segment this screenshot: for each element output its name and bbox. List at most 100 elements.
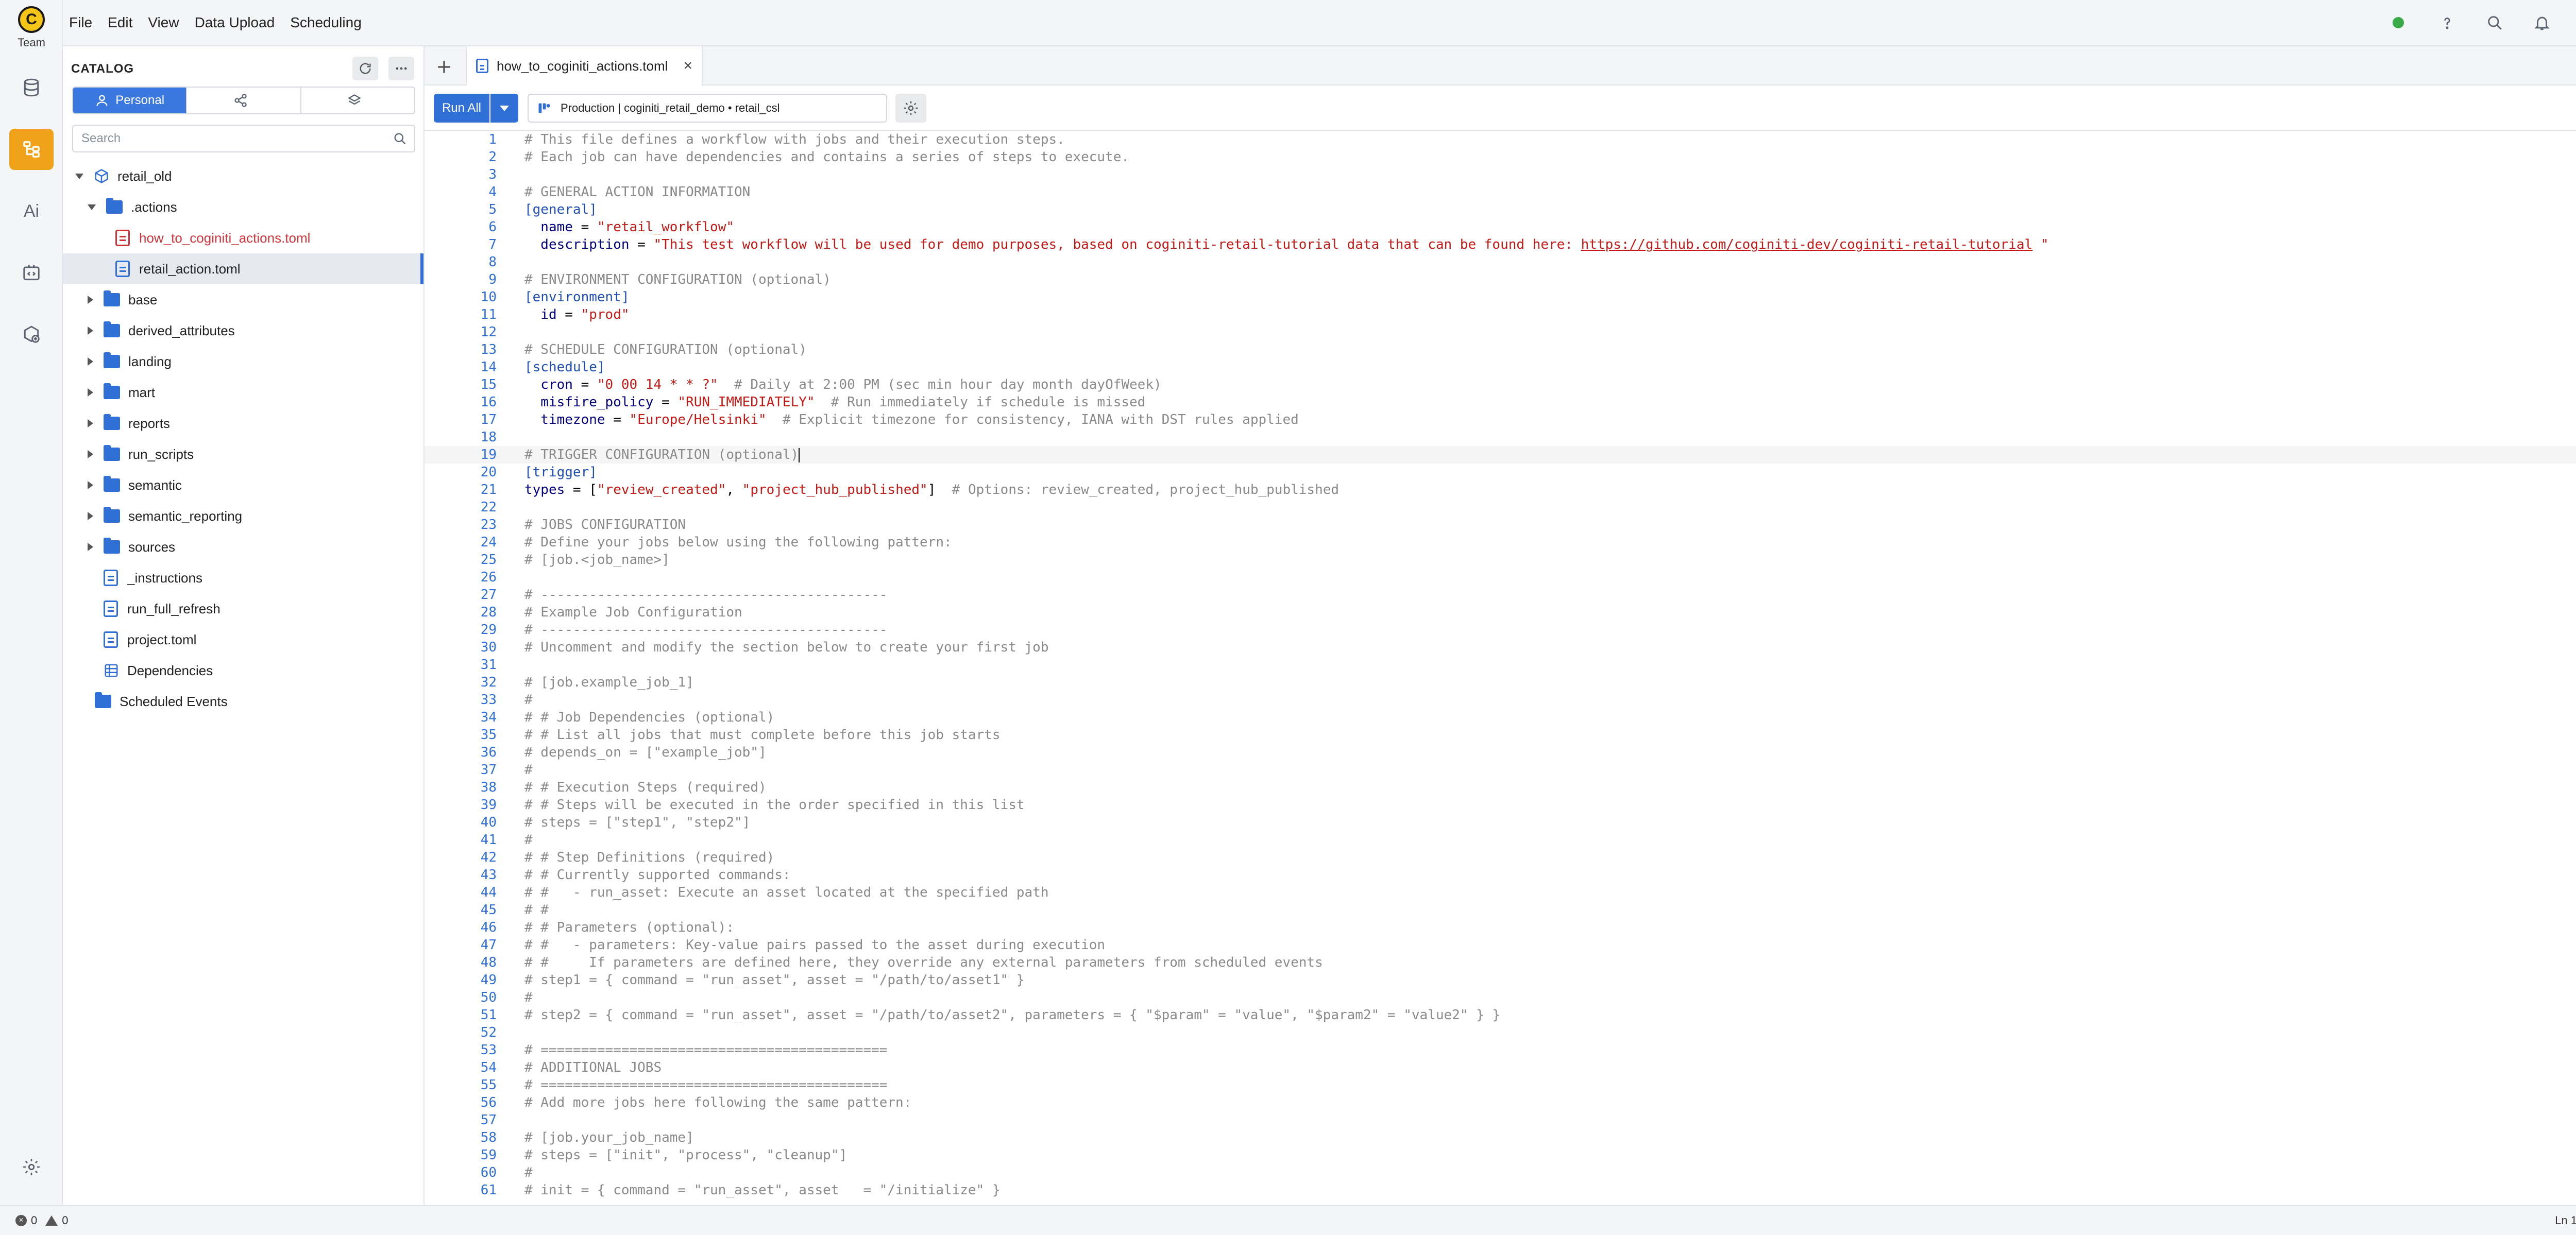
close-icon[interactable]: ×	[683, 57, 692, 75]
code-line[interactable]: 33 #	[425, 691, 2576, 709]
code-line[interactable]: 4 # GENERAL ACTION INFORMATION	[425, 183, 2576, 201]
code-line[interactable]: 2 # Each job can have dependencies and co…	[425, 148, 2576, 166]
tree-folder-reports[interactable]: reports	[63, 408, 423, 439]
catalog-refresh-button[interactable]	[352, 57, 378, 80]
tree-file-project-toml[interactable]: project.toml	[63, 624, 423, 655]
code-line[interactable]: 26	[425, 569, 2576, 586]
code-line[interactable]: 19 # TRIGGER CONFIGURATION (optional)	[425, 446, 2576, 464]
code-line[interactable]: 40 # steps = ["step1", "step2"]	[425, 814, 2576, 831]
code-line[interactable]: 10 [environment]	[425, 288, 2576, 306]
code-line[interactable]: 9 # ENVIRONMENT CONFIGURATION (optional)	[425, 271, 2576, 288]
code-editor[interactable]: 1 # This file defines a workflow with job…	[425, 131, 2576, 1205]
code-line[interactable]: 50 #	[425, 989, 2576, 1006]
code-line[interactable]: 52	[425, 1024, 2576, 1041]
menu-edit[interactable]: Edit	[108, 14, 132, 31]
code-line[interactable]: 49 # step1 = { command = "run_asset", ass…	[425, 971, 2576, 989]
rail-semantic-button[interactable]	[9, 314, 54, 355]
connection-selector[interactable]: Production | coginiti_retail_demo • reta…	[528, 94, 887, 123]
segment-personal[interactable]: Personal	[73, 88, 187, 113]
code-line[interactable]: 59 # steps = ["init", "process", "cleanup…	[425, 1146, 2576, 1164]
segment-shared[interactable]	[186, 88, 300, 113]
code-line[interactable]: 23 # JOBS CONFIGURATION	[425, 516, 2576, 534]
code-line[interactable]: 5 [general]	[425, 201, 2576, 218]
code-line[interactable]: 54 # ADDITIONAL JOBS	[425, 1059, 2576, 1076]
chevron-right-icon[interactable]	[88, 512, 93, 520]
tree-folder-scheduled-events[interactable]: Scheduled Events	[63, 686, 423, 717]
code-line[interactable]: 60 #	[425, 1164, 2576, 1181]
code-line[interactable]: 13 # SCHEDULE CONFIGURATION (optional)	[425, 341, 2576, 358]
code-line[interactable]: 47 # # - parameters: Key-value pairs pass…	[425, 936, 2576, 954]
code-line[interactable]: 24 # Define your jobs below using the fol…	[425, 534, 2576, 551]
code-line[interactable]: 20 [trigger]	[425, 464, 2576, 481]
code-line[interactable]: 61 # init = { command = "run_asset", asse…	[425, 1181, 2576, 1199]
code-line[interactable]: 58 # [job.your_job_name]	[425, 1129, 2576, 1146]
problems-indicator[interactable]: × 0 0	[15, 1214, 69, 1227]
tree-folder-sources[interactable]: sources	[63, 531, 423, 562]
app-logo[interactable]: C Team	[0, 6, 63, 49]
new-tab-icon[interactable]	[434, 57, 454, 77]
chevron-right-icon[interactable]	[88, 357, 93, 366]
chevron-down-icon[interactable]	[75, 173, 83, 179]
code-line[interactable]: 39 # # Steps will be executed in the orde…	[425, 796, 2576, 814]
code-line[interactable]: 43 # # Currently supported commands:	[425, 866, 2576, 884]
chevron-right-icon[interactable]	[88, 450, 93, 458]
menu-view[interactable]: View	[148, 14, 179, 31]
tree-item-dependencies[interactable]: Dependencies	[63, 655, 423, 686]
tree-folder-derived-attributes[interactable]: derived_attributes	[63, 315, 423, 346]
code-line[interactable]: 7 description = "This test workflow will…	[425, 236, 2576, 253]
code-line[interactable]: 29 # ------------------------------------…	[425, 621, 2576, 639]
tree-file-how-to-actions[interactable]: how_to_coginiti_actions.toml	[63, 222, 423, 253]
code-line[interactable]: 30 # Uncomment and modify the section bel…	[425, 639, 2576, 656]
code-line[interactable]: 34 # # Job Dependencies (optional)	[425, 709, 2576, 726]
code-line[interactable]: 22	[425, 499, 2576, 516]
tree-file-instructions[interactable]: _instructions	[63, 562, 423, 593]
menu-scheduling[interactable]: Scheduling	[290, 14, 362, 31]
code-line[interactable]: 57	[425, 1111, 2576, 1129]
code-line[interactable]: 15 cron = "0 00 14 * * ?" # Daily at 2:0…	[425, 376, 2576, 393]
segment-project-hub[interactable]	[300, 88, 414, 113]
code-line[interactable]: 56 # Add more jobs here following the sam…	[425, 1094, 2576, 1111]
code-line[interactable]: 3	[425, 166, 2576, 183]
code-line[interactable]: 8	[425, 253, 2576, 271]
code-line[interactable]: 25 # [job.<job_name>]	[425, 551, 2576, 569]
code-line[interactable]: 6 name = "retail_workflow"	[425, 218, 2576, 236]
cursor-position[interactable]: Ln 19, Col 35	[2555, 1214, 2576, 1227]
notifications-button[interactable]	[2532, 12, 2552, 33]
code-line[interactable]: 28 # Example Job Configuration	[425, 604, 2576, 621]
code-line[interactable]: 17 timezone = "Europe/Helsinki" # Explic…	[425, 411, 2576, 428]
code-line[interactable]: 11 id = "prod"	[425, 306, 2576, 323]
code-line[interactable]: 16 misfire_policy = "RUN_IMMEDIATELY" # …	[425, 393, 2576, 411]
code-line[interactable]: 55 # ====================================…	[425, 1076, 2576, 1094]
code-line[interactable]: 41 #	[425, 831, 2576, 849]
code-line[interactable]: 32 # [job.example_job_1]	[425, 674, 2576, 691]
code-line[interactable]: 36 # depends_on = ["example_job"]	[425, 744, 2576, 761]
code-line[interactable]: 14 [schedule]	[425, 358, 2576, 376]
code-line[interactable]: 38 # # Execution Steps (required)	[425, 779, 2576, 796]
tree-project-retail-old[interactable]: retail_old	[63, 161, 423, 192]
code-line[interactable]: 21 types = ["review_created", "project_hu…	[425, 481, 2576, 499]
code-line[interactable]: 12	[425, 323, 2576, 341]
tree-folder-base[interactable]: base	[63, 284, 423, 315]
tree-folder-run-scripts[interactable]: run_scripts	[63, 439, 423, 470]
tree-folder-landing[interactable]: landing	[63, 346, 423, 377]
catalog-more-button[interactable]	[388, 57, 414, 80]
tree-folder-semantic[interactable]: semantic	[63, 470, 423, 501]
run-all-button[interactable]: Run All	[434, 94, 489, 123]
code-line[interactable]: 18	[425, 428, 2576, 446]
rail-catalog-button[interactable]	[9, 129, 54, 170]
chevron-down-icon[interactable]	[88, 204, 96, 210]
code-line[interactable]: 44 # # - run_asset: Execute an asset loca…	[425, 884, 2576, 901]
tab-how-to-actions[interactable]: how_to_coginiti_actions.toml ×	[466, 46, 703, 85]
connection-settings-button[interactable]	[895, 94, 926, 123]
tree-folder-mart[interactable]: mart	[63, 377, 423, 408]
code-line[interactable]: 48 # # If parameters are defined here, th…	[425, 954, 2576, 971]
code-line[interactable]: 35 # # List all jobs that must complete b…	[425, 726, 2576, 744]
code-line[interactable]: 51 # step2 = { command = "run_asset", ass…	[425, 1006, 2576, 1024]
run-options-button[interactable]	[490, 94, 518, 123]
chevron-right-icon[interactable]	[88, 327, 93, 335]
menu-file[interactable]: File	[69, 14, 92, 31]
chevron-right-icon[interactable]	[88, 388, 93, 397]
tree-file-run-full-refresh[interactable]: run_full_refresh	[63, 593, 423, 624]
rail-database-button[interactable]	[9, 67, 54, 108]
code-line[interactable]: 27 # ------------------------------------…	[425, 586, 2576, 604]
